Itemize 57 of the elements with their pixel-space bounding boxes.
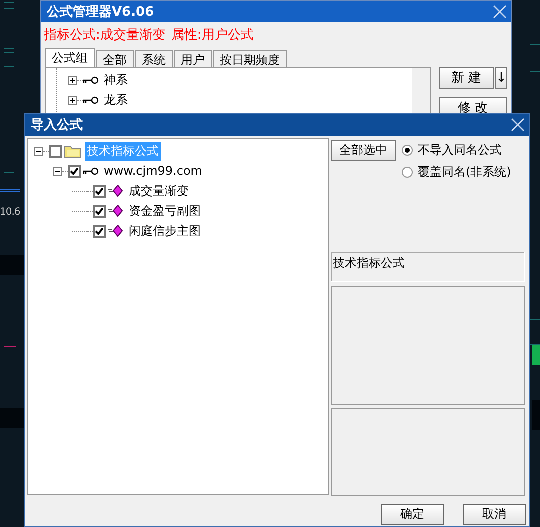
expand-toggle[interactable] (68, 96, 77, 104)
option-label: 不导入同名公式 (418, 142, 502, 159)
close-icon[interactable] (493, 4, 507, 18)
checkbox[interactable] (93, 184, 106, 198)
new-button[interactable]: 新 建 (439, 67, 494, 89)
attribute-label: 属性:用户公式 (171, 27, 254, 45)
tick-mark (4, 48, 14, 50)
chart-band (0, 408, 24, 428)
price-line (0, 190, 20, 192)
tick-mark (530, 344, 540, 346)
checkbox[interactable] (93, 204, 106, 218)
radio-button[interactable] (402, 145, 413, 156)
ok-button[interactable]: 确定 (381, 504, 444, 525)
key-icon (83, 166, 99, 176)
tree-item[interactable]: 闲庭信步主图 (127, 222, 203, 240)
tick-mark (4, 2, 14, 4)
expand-toggle[interactable] (68, 76, 77, 84)
info-field: 技术指标公式 (331, 252, 525, 282)
tick-mark (530, 44, 540, 46)
tree-item[interactable]: www.cjm99.com (102, 163, 204, 179)
window-title: 公式管理器V6.06 (47, 4, 154, 20)
tree-item[interactable]: 龙系 (102, 90, 130, 110)
radio-button[interactable] (402, 167, 413, 178)
diamond-icon (108, 225, 124, 237)
select-all-button[interactable]: 全部选中 (331, 140, 396, 161)
folder-icon (64, 144, 82, 158)
tick-mark (4, 346, 16, 348)
dialog-title: 导入公式 (31, 116, 83, 134)
formula-label: 指标公式:成交量渐变 (44, 27, 166, 45)
close-icon[interactable] (511, 118, 525, 132)
chart-band (0, 255, 24, 275)
tab[interactable]: 用户 (174, 50, 212, 67)
key-icon (83, 96, 99, 104)
price-label: 10.6 (0, 207, 20, 218)
checkbox[interactable] (68, 164, 81, 178)
key-icon (83, 76, 99, 84)
option-label: 覆盖同名(非系统) (418, 164, 512, 181)
tab[interactable]: 按日期频度 (213, 50, 287, 67)
cancel-button[interactable]: 取消 (463, 504, 526, 525)
tab[interactable]: 系统 (135, 50, 173, 67)
tab[interactable]: 全部 (96, 50, 134, 67)
candle (532, 345, 540, 365)
tree-item[interactable]: 资金盈亏副图 (127, 202, 203, 220)
dropdown-button[interactable]: ↓ (495, 67, 507, 89)
checkbox[interactable] (49, 144, 62, 158)
collapse-toggle[interactable] (34, 146, 43, 156)
tab[interactable]: 公式组 (45, 48, 95, 68)
tick-mark (4, 172, 14, 174)
checkbox[interactable] (93, 224, 106, 238)
diamond-icon (108, 205, 124, 217)
tick-mark (4, 52, 14, 54)
tick-mark (4, 8, 14, 10)
tree-item[interactable]: 成交量渐变 (127, 182, 191, 200)
collapse-toggle[interactable] (53, 166, 62, 176)
tree-item[interactable]: 神系 (102, 70, 130, 90)
diamond-icon (108, 185, 124, 197)
tick-mark (4, 66, 14, 68)
